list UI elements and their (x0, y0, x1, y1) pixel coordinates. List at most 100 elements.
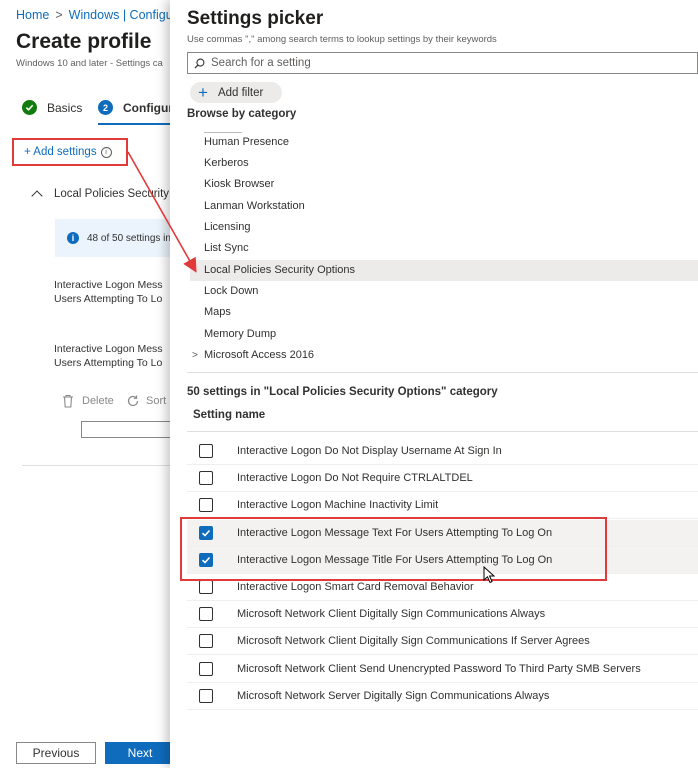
chevron-up-icon (31, 190, 43, 202)
checkbox[interactable] (199, 498, 213, 513)
settings-count: 50 settings in "Local Policies Security … (187, 386, 498, 398)
chevron-right-icon[interactable]: > (192, 345, 198, 358)
info-banner-text: 48 of 50 settings in (87, 232, 171, 244)
search-placeholder: Search for a setting (211, 57, 311, 69)
value-input[interactable] (81, 421, 176, 438)
page-title: Create profile (16, 30, 152, 53)
checkbox[interactable] (199, 607, 213, 622)
setting-name: Microsoft Network Client Digitally Sign … (237, 608, 546, 621)
setting-label-line: Users Attempting To Lo (54, 293, 163, 305)
checkbox-checked[interactable] (199, 552, 213, 567)
setting-name: Microsoft Network Server Digitally Sign … (237, 689, 550, 702)
category-item[interactable]: Human Presence (190, 132, 698, 153)
setting-row[interactable]: Interactive Logon Smart Card Removal Beh… (187, 574, 698, 601)
category-label: Lanman Workstation (204, 200, 305, 212)
trash-icon (63, 394, 73, 408)
sort-label: Sort (146, 395, 167, 407)
page-subtitle: Windows 10 and later - Settings ca (16, 58, 163, 69)
checkbox[interactable] (199, 688, 213, 703)
category-item[interactable]: Licensing (190, 217, 698, 238)
accordion-label: Local Policies Security O (54, 188, 182, 200)
category-label: List Sync (204, 242, 249, 254)
checkbox[interactable] (199, 471, 213, 486)
setting-name: Microsoft Network Client Digitally Sign … (237, 635, 590, 648)
category-item[interactable]: Lock Down (190, 281, 698, 302)
checkmark-icon (201, 556, 211, 564)
column-header-setting-name[interactable]: Setting name (193, 409, 265, 421)
add-filter-label: Add filter (217, 86, 264, 99)
setting-row[interactable]: Interactive Logon Do Not Display Usernam… (187, 438, 698, 465)
step-configuration[interactable]: 2 Configur (98, 100, 173, 115)
checkbox[interactable] (199, 661, 213, 676)
category-label: Memory Dump (204, 328, 277, 340)
checkbox-checked[interactable] (199, 525, 213, 540)
category-label: Kerberos (204, 157, 249, 169)
divider (22, 465, 170, 466)
setting-row[interactable]: Microsoft Network Client Digitally Sign … (187, 601, 698, 629)
setting-label-line: Interactive Logon Mess (54, 279, 163, 291)
category-label: Human Presence (204, 136, 289, 148)
step-number-badge: 2 (98, 100, 113, 115)
category-list[interactable]: Human Presence Kerberos Kiosk Browser La… (190, 123, 698, 358)
column-header-divider (187, 431, 698, 432)
breadcrumb-current[interactable]: Windows | Configur (69, 8, 177, 22)
setting-row[interactable]: Microsoft Network Client Send Unencrypte… (187, 656, 698, 683)
sort-button[interactable]: Sort (126, 394, 166, 408)
setting-row[interactable]: Interactive Logon Message Text For Users… (187, 519, 698, 547)
category-label: Local Policies Security Options (204, 264, 356, 276)
category-label: Microsoft Access 2016 (204, 349, 315, 358)
setting-label: Interactive Logon Mess Users Attempting … (54, 342, 163, 370)
setting-label-line: Interactive Logon Mess (54, 343, 163, 355)
next-button[interactable]: Next (105, 742, 175, 764)
settings-picker-panel: Settings picker Use commas "," among sea… (170, 0, 698, 768)
add-filter-button[interactable]: + Add filter (190, 82, 282, 103)
category-label: Maps (204, 306, 231, 318)
previous-button[interactable]: Previous (16, 742, 96, 764)
category-label: Kiosk Browser (204, 178, 275, 190)
add-settings-link[interactable]: + Add settings i (12, 138, 128, 166)
setting-label-line: Users Attempting To Lo (54, 357, 163, 369)
setting-label: Interactive Logon Mess Users Attempting … (54, 278, 163, 306)
active-step-underline (98, 123, 170, 125)
checkbox[interactable] (199, 444, 213, 458)
plus-icon: + (198, 83, 208, 102)
category-item-selected[interactable]: Local Policies Security Options (190, 260, 698, 281)
setting-row[interactable]: Interactive Logon Do Not Require CTRLALT… (187, 465, 698, 493)
search-icon (194, 58, 205, 69)
search-input[interactable]: Search for a setting (187, 52, 698, 74)
setting-name: Interactive Logon Smart Card Removal Beh… (237, 581, 474, 593)
create-profile-page: Home > Windows | Configur Create profile W… (0, 0, 181, 768)
accordion-local-policies[interactable]: Local Policies Security O (31, 188, 182, 202)
category-item[interactable]: Memory Dump (190, 324, 698, 345)
setting-name: Interactive Logon Message Title For User… (237, 553, 553, 566)
info-icon: i (100, 146, 112, 158)
setting-name: Interactive Logon Do Not Display Usernam… (237, 445, 502, 457)
info-banner: i 48 of 50 settings in (55, 219, 175, 257)
setting-row[interactable]: Interactive Logon Message Title For User… (187, 546, 698, 574)
category-item[interactable]: Lanman Workstation (190, 196, 698, 217)
delete-label: Delete (82, 395, 114, 407)
checkmark-icon (201, 529, 211, 537)
info-icon: i (67, 232, 79, 244)
category-item[interactable]: Kiosk Browser (190, 174, 698, 195)
checkbox[interactable] (199, 580, 213, 594)
step-basics[interactable]: Basics (22, 100, 82, 115)
picker-title: Settings picker (187, 8, 324, 29)
breadcrumb-home[interactable]: Home (16, 8, 49, 22)
setting-name: Interactive Logon Machine Inactivity Lim… (237, 499, 439, 512)
checkbox[interactable] (199, 634, 213, 649)
setting-name: Microsoft Network Client Send Unencrypte… (237, 662, 641, 675)
category-item[interactable]: Kerberos (190, 153, 698, 174)
setting-row[interactable]: Microsoft Network Client Digitally Sign … (187, 628, 698, 656)
setting-row[interactable]: Interactive Logon Machine Inactivity Lim… (187, 492, 698, 520)
delete-button[interactable]: Delete (62, 394, 114, 408)
setting-row[interactable]: Microsoft Network Server Digitally Sign … (187, 683, 698, 710)
picker-hint: Use commas "," among search terms to loo… (187, 34, 497, 45)
category-item[interactable]: Maps (190, 302, 698, 323)
setting-name: Interactive Logon Do Not Require CTRLALT… (237, 472, 473, 485)
category-label: Lock Down (204, 285, 259, 297)
category-item[interactable]: List Sync (190, 238, 698, 259)
category-item[interactable]: > Microsoft Access 2016 (190, 345, 698, 358)
step-basics-label: Basics (47, 100, 83, 115)
add-settings-label: + Add settings (24, 146, 97, 158)
